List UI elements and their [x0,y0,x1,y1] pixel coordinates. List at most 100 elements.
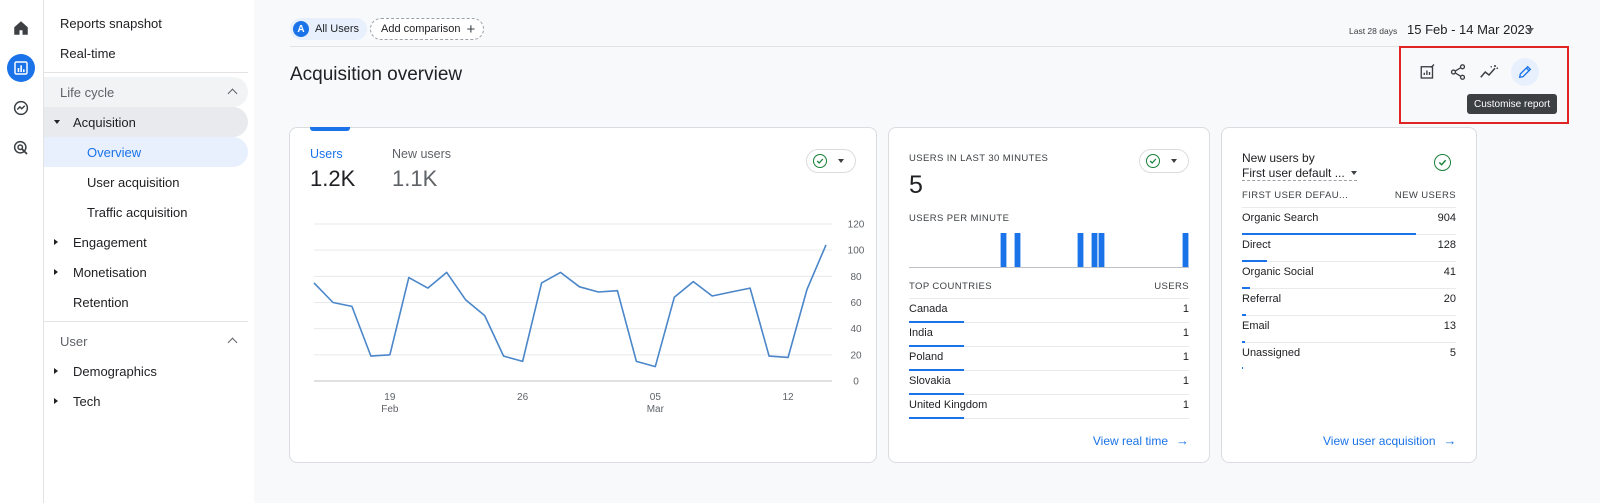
channel-users: 41 [1443,266,1456,278]
y-tick-label: 60 [850,298,862,309]
caret-right-icon [54,269,58,275]
country-name: India [909,327,933,339]
col-top-countries: TOP COUNTRIES [909,281,992,292]
sidebar-item-label: Acquisition [73,114,136,130]
col-channel: FIRST USER DEFAU... [1242,190,1349,201]
dimension-selector[interactable]: First user default ... [1242,166,1357,181]
left-rail [0,0,44,503]
segment-chip-all-users[interactable]: A All Users [290,18,368,40]
country-users: 1 [1182,351,1189,363]
sidebar-item-realtime[interactable]: Real-time [44,38,248,68]
per-minute-bar [1098,233,1105,267]
caret-down-icon [54,120,60,124]
tab-new-users[interactable]: New users [392,147,451,161]
new-users-value: 1.1K [392,166,438,191]
channel-name: Organic Social [1242,266,1314,278]
x-tick-label: 05 [650,392,662,403]
check-circle-icon [1146,154,1160,168]
sidebar-item-overview[interactable]: Overview [44,137,248,167]
data-quality-chip[interactable] [1139,149,1189,173]
date-range-picker[interactable]: 15 Feb - 14 Mar 2023 [1407,22,1532,37]
sidebar-item-user-acquisition[interactable]: User acquisition [44,167,248,197]
per-minute-label: USERS PER MINUTE [909,213,1010,224]
x-tick-label: 12 [783,392,795,403]
segment-avatar: A [293,21,309,37]
x-tick-month-label: Feb [381,404,399,415]
per-minute-bar [1014,233,1021,267]
row-bar [1242,367,1243,369]
sidebar-item-label: Engagement [73,234,147,250]
card-title: New users by [1242,151,1315,165]
sidebar-item-label: Tech [73,393,101,409]
sidebar: Reports snapshot Real-time Life cycle Ac… [44,0,254,503]
active-tab-indicator [310,127,350,131]
realtime-card: USERS IN LAST 30 MINUTES 5 USERS PER MIN… [888,127,1210,463]
tab-users[interactable]: Users [310,147,343,161]
channel-name: Direct [1242,239,1271,251]
check-circle-icon [813,154,827,168]
x-tick-month-label: Mar [647,404,665,415]
channel-users: 128 [1437,239,1456,251]
page-title: Acquisition overview [290,64,463,85]
sidebar-item-tech[interactable]: Tech [44,386,248,416]
table-row: Slovakia 1 [909,371,1189,395]
view-real-time-link[interactable]: View real time → [1093,433,1189,448]
caret-down-icon [1350,171,1357,175]
plus-icon: + [466,20,476,38]
table-row: Unassigned 5 [1242,343,1456,370]
y-tick-label: 120 [848,220,865,231]
data-quality-chip[interactable] [806,149,856,173]
sidebar-item-traffic-acquisition[interactable]: Traffic acquisition [44,197,248,227]
sidebar-item-label: Real-time [60,45,116,61]
new-users-by-channel-card: New users by First user default ... FIRS… [1221,127,1477,463]
table-row: India 1 [909,323,1189,347]
per-minute-bar [1091,233,1098,267]
sidebar-item-label: Reports snapshot [60,15,162,31]
table-row: Organic Social 41 [1242,262,1456,289]
chevron-up-icon [227,337,238,348]
sidebar-divider [44,72,248,73]
users-value: 1.2K [310,166,356,191]
sidebar-section-user[interactable]: User [44,326,248,356]
country-name: Slovakia [909,375,951,387]
sidebar-divider [44,321,248,322]
segment-label: All Users [315,23,360,35]
caret-right-icon [54,239,58,245]
sidebar-item-retention[interactable]: Retention [44,287,248,317]
arrow-right-icon: → [1176,433,1189,448]
realtime-users-value: 5 [909,171,923,199]
view-user-acquisition-link[interactable]: View user acquisition → [1323,433,1457,448]
users-overview-card: Users 1.2K New users 1.1K 0 20 40 60 80 100 12… [289,127,877,463]
channel-name: Email [1242,320,1270,332]
sidebar-item-monetisation[interactable]: Monetisation [44,257,248,287]
table-row: Organic Search 904 [1242,208,1456,235]
check-circle-icon[interactable] [1434,154,1451,171]
advertising-icon[interactable] [7,134,35,162]
x-tick-label: 26 [517,392,529,403]
sidebar-item-acquisition[interactable]: Acquisition [44,107,248,137]
y-tick-label: 40 [850,324,862,335]
caret-down-icon[interactable] [1526,28,1534,33]
home-icon[interactable] [7,14,35,42]
sidebar-item-demographics[interactable]: Demographics [44,356,248,386]
sidebar-item-label: Demographics [73,363,157,379]
sidebar-item-label: Monetisation [73,264,147,280]
sidebar-section-lifecycle[interactable]: Life cycle [44,77,248,107]
table-row: Poland 1 [909,347,1189,371]
add-comparison-button[interactable]: Add comparison + [370,18,485,40]
link-label: View user acquisition [1323,433,1436,448]
arrow-right-icon: → [1443,433,1457,448]
table-row: Referral 20 [1242,289,1456,316]
country-users: 1 [1182,375,1189,387]
customise-report-tooltip: Customise report [1467,94,1558,114]
date-hint: Last 28 days [1349,26,1398,36]
users-line-chart: 0 20 40 60 80 100 120 19Feb 26 05Mar 12 [313,220,865,415]
channel-users: 13 [1443,320,1456,332]
country-name: United Kingdom [909,399,988,411]
sidebar-item-reports-snapshot[interactable]: Reports snapshot [44,8,248,38]
explore-icon[interactable] [7,94,35,122]
y-tick-label: 80 [850,272,862,283]
caret-right-icon [54,398,58,404]
sidebar-item-engagement[interactable]: Engagement [44,227,248,257]
reports-icon[interactable] [7,54,35,82]
